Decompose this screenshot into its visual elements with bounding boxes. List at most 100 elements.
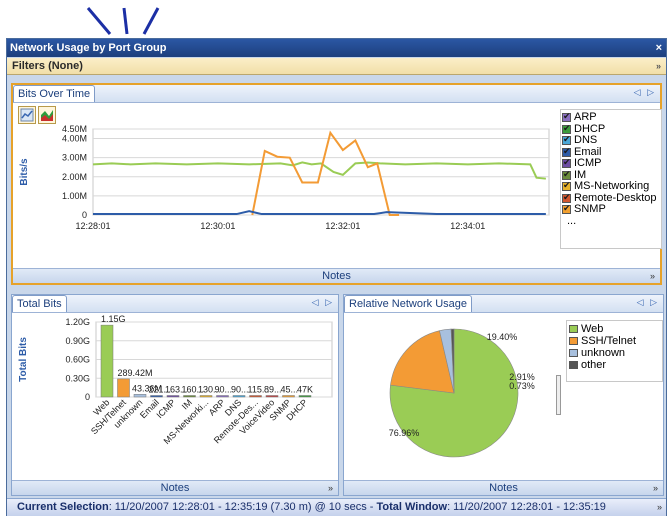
total-window-value: : 11/20/2007 12:28:01 - 12:35:19 [447, 501, 606, 513]
y-tick-label: 0.30G [65, 373, 90, 383]
checkbox-icon[interactable] [562, 157, 571, 168]
y-tick-label: 0 [85, 392, 90, 402]
bar-snmp [282, 395, 295, 398]
chevron-up-icon[interactable]: » [653, 481, 658, 495]
chevron-up-icon[interactable]: » [650, 269, 655, 283]
legend-swatch [569, 337, 578, 345]
filters-bar[interactable]: Filters (None) » [7, 58, 666, 75]
legend-label: Email [574, 145, 602, 158]
bar-ssh-telnet [117, 378, 130, 398]
legend-label: unknown [581, 347, 626, 359]
legend-label: other [581, 359, 607, 371]
total-window-label: Total Window [376, 501, 448, 513]
legend-label: DNS [574, 134, 598, 146]
legend-item: other [567, 359, 662, 371]
legend-label: ICMP [574, 157, 602, 169]
checkbox-icon[interactable] [562, 146, 571, 157]
bits-over-time-panel: Bits Over Time ◁ ▷ 0 1.00M 2.00M 3.00M 4.00M… [11, 83, 662, 285]
x-tick-label: ARP [207, 397, 227, 417]
chevron-up-icon[interactable]: » [657, 499, 662, 516]
legend-item: Web [567, 323, 662, 335]
window-title: Network Usage by Port Group [10, 42, 167, 54]
bar-email [150, 395, 163, 398]
checkbox-icon[interactable] [562, 111, 571, 122]
legend-more[interactable]: ... [561, 215, 661, 228]
x-tick-label: 12:30:01 [200, 221, 235, 231]
panel-nav-arrows-icon[interactable]: ◁ ▷ [634, 87, 656, 98]
bar-ms-networki- [199, 395, 213, 398]
bar-data-label: 90... [215, 385, 233, 395]
legend-swatch [569, 325, 578, 333]
pie-data-label: 76.96% [389, 428, 420, 438]
y-tick-label: 1.20G [65, 317, 90, 327]
checkbox-icon[interactable] [562, 180, 571, 191]
relative-legend: Web SSH/Telnet unknown other [566, 320, 663, 382]
relative-usage-panel: Relative Network Usage ◁ ▷ 76.96% 19.40% 2… [343, 294, 664, 496]
notes-label: Notes [489, 482, 518, 494]
y-tick-label: 0.60G [65, 355, 90, 365]
relative-usage-pie[interactable]: 76.96%19.40%2.91%0.73% [344, 314, 554, 480]
y-tick-label: 3.00M [62, 153, 87, 163]
close-icon[interactable]: × [656, 39, 662, 57]
bits-over-time-chart[interactable]: 0 1.00M 2.00M 3.00M 4.00M4.50M 12:28:01 12:30:… [13, 125, 561, 245]
line-chart-tool-icon[interactable] [18, 106, 36, 124]
x-tick-label: 12:28:01 [75, 221, 110, 231]
notes-label: Notes [322, 270, 351, 282]
legend-label: Web [581, 323, 604, 335]
bar-data-label: 45... [281, 385, 299, 395]
legend-label: IM [574, 168, 587, 181]
bar-remote-des- [249, 395, 262, 398]
bar-data-label: 90... [231, 385, 249, 395]
relative-notes-bar[interactable]: Notes » [344, 480, 663, 495]
tab-total-bits[interactable]: Total Bits [12, 295, 67, 312]
checkbox-icon[interactable] [562, 203, 571, 214]
current-selection-value: : 11/20/2007 12:28:01 - 12:35:19 (7.30 m… [108, 501, 377, 513]
checkbox-icon[interactable] [562, 169, 571, 180]
total-notes-bar[interactable]: Notes » [12, 480, 338, 495]
bar-dns [232, 395, 246, 398]
filters-label: Filters (None) [12, 60, 83, 72]
network-usage-window: Network Usage by Port Group × Filters (N… [6, 38, 667, 516]
bar-icmp [166, 395, 180, 398]
area-chart-tool-icon[interactable] [38, 106, 56, 124]
bar-arp [216, 395, 229, 398]
notes-label: Notes [160, 482, 190, 494]
legend-label: SSH/Telnet [581, 335, 637, 347]
bits-legend: ARPDHCPDNSEmailICMPIMMS-NetworkingRemote… [560, 109, 662, 249]
legend-item: unknown [567, 347, 662, 359]
legend-label: MS-Networking [574, 180, 650, 192]
pie-data-label: 0.73% [509, 381, 535, 391]
tab-bits-over-time[interactable]: Bits Over Time [13, 85, 96, 102]
chevron-up-icon[interactable]: » [328, 481, 333, 495]
y-tick-label: 4.50M [62, 125, 87, 134]
y-tick-label: 0.90G [65, 336, 90, 346]
checkbox-icon[interactable] [562, 134, 571, 145]
legend-label: SNMP [574, 203, 606, 215]
y-axis-label: Bits/s [19, 158, 30, 186]
pie-data-label: 19.40% [487, 332, 518, 342]
chevron-down-icon[interactable]: » [656, 58, 661, 74]
tab-relative-network-usage[interactable]: Relative Network Usage [344, 295, 472, 312]
legend-swatch [569, 349, 578, 357]
bar-data-label: 47K [297, 385, 313, 395]
y-axis-label: Total Bits [18, 337, 29, 382]
bar-web [100, 324, 114, 398]
checkbox-icon[interactable] [562, 192, 571, 203]
bar-im [183, 395, 196, 398]
checkbox-icon[interactable] [562, 123, 571, 134]
legend-item[interactable]: SNMP [561, 203, 661, 216]
total-bits-panel: Total Bits ◁ ▷ 0 0.30G 0.60G 0.90G 1.20G Tota… [11, 294, 339, 496]
panel-nav-arrows-icon[interactable]: ◁ ▷ [637, 297, 659, 308]
legend-label: Remote-Desktop [574, 191, 657, 204]
current-selection-label: Current Selection [17, 501, 109, 513]
legend-label: ARP [574, 111, 597, 123]
bits-notes-bar[interactable]: Notes » [13, 268, 660, 283]
panel-header: Total Bits ◁ ▷ [12, 295, 338, 313]
y-tick-label: 1.00M [62, 191, 87, 201]
panel-header: Relative Network Usage ◁ ▷ [344, 295, 663, 313]
splitter-handle[interactable] [556, 375, 561, 415]
legend-label: DHCP [574, 122, 606, 135]
panel-nav-arrows-icon[interactable]: ◁ ▷ [312, 297, 334, 308]
total-bits-chart[interactable]: 00.30G0.60G0.90G1.20GTotal Bits1.15GWeb2… [12, 314, 338, 480]
y-tick-label: 4.00M [62, 134, 87, 144]
